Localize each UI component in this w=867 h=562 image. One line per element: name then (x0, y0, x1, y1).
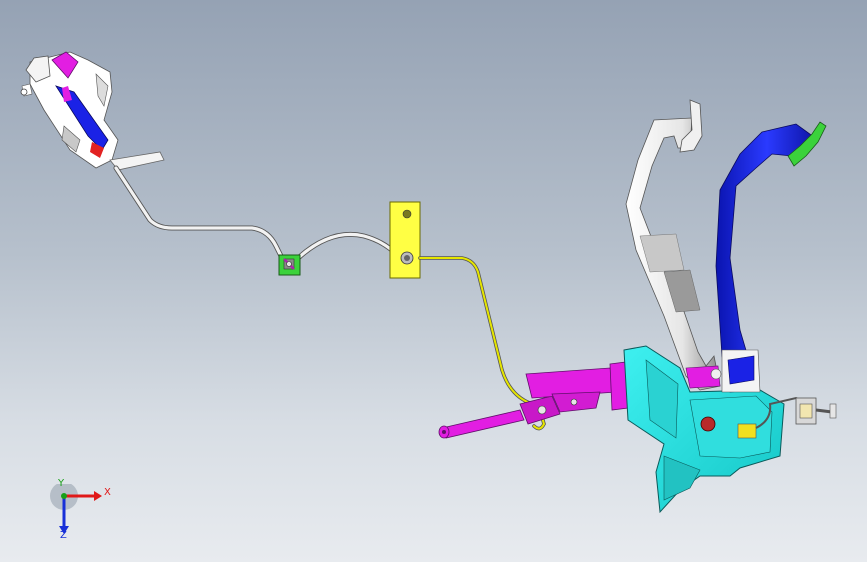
3d-viewport[interactable]: X Y Z (0, 0, 867, 562)
triad-y-label: Y (58, 478, 65, 489)
assembly-model[interactable] (0, 0, 867, 562)
brake-pedal-arm[interactable] (715, 123, 819, 393)
clutch-master-cylinder-reservoir[interactable] (20, 51, 165, 171)
triad-z-label: Z (60, 530, 67, 541)
mounting-bracket[interactable] (389, 201, 421, 279)
triad-x-label: X (104, 487, 111, 498)
clutch-pedal-arm[interactable] (625, 99, 722, 391)
coordinate-triad: X Y Z (46, 478, 116, 544)
line-clip[interactable] (278, 254, 301, 276)
hydraulic-line-white[interactable] (113, 165, 403, 263)
